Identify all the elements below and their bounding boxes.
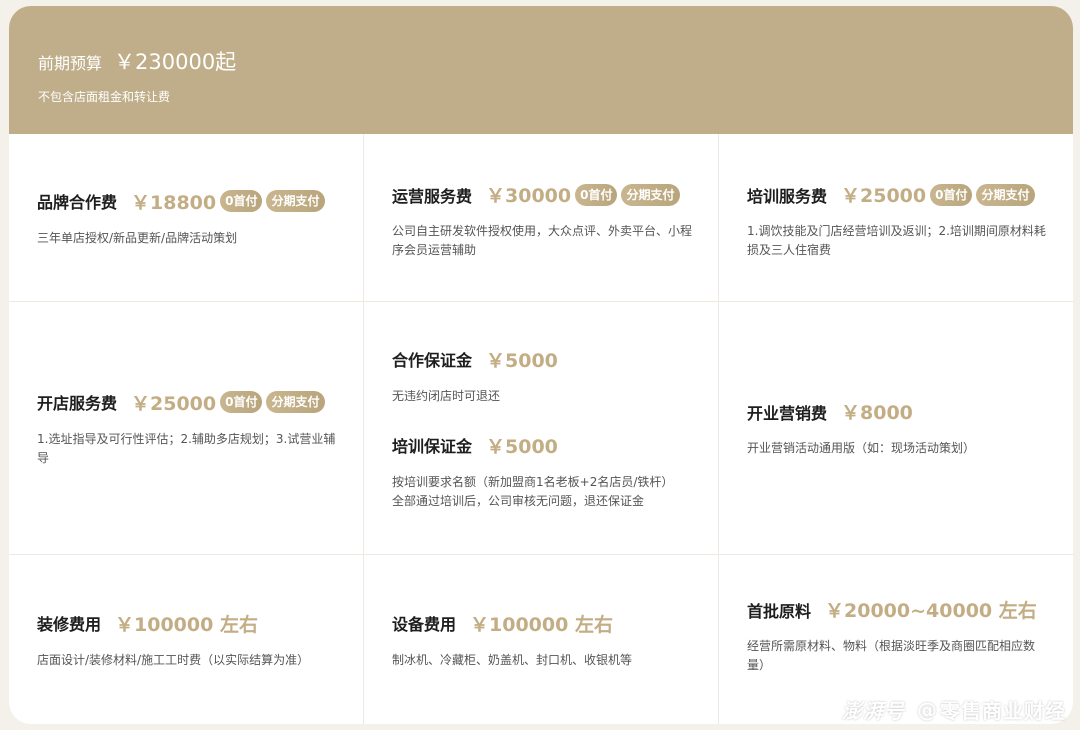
fee-price: ￥5000 [486, 435, 558, 458]
fee-title: 开业营销费 [747, 403, 828, 423]
fee-desc: 店面设计/装修材料/施工工时费（以实际结算为准） [37, 652, 310, 667]
fee-price: ￥8000 [841, 402, 913, 424]
fee-title: 首批原料 [747, 601, 812, 621]
fee-price: ￥20000~40000 左右 [825, 600, 1037, 622]
fee-title: 开店服务费 [37, 394, 118, 413]
fee-cell-marketing: 开业营销费 ￥8000 开业营销活动通用版（如：现场活动策划） [719, 302, 1073, 555]
fee-title: 培训服务费 [747, 186, 828, 206]
fee-desc: 三年单店授权/新品更新/品牌活动策划 [37, 230, 238, 245]
fee-price: ￥100000 左右 [115, 613, 258, 636]
fee-title: 合作保证金 [392, 351, 473, 370]
installment-badge: 分期支付 [976, 183, 1035, 206]
fee-price: ￥18800 [131, 191, 217, 214]
fee-cell-deposits: 合作保证金 ￥5000 无违约闭店时可退还 培训保证金 ￥5000 按培训要求名… [364, 302, 719, 555]
fee-title: 培训保证金 [392, 437, 473, 456]
installment-badge: 分期支付 [621, 183, 680, 206]
fee-desc: 开业营销活动通用版（如：现场活动策划） [747, 441, 976, 455]
zero-down-badge: 0首付 [220, 391, 263, 413]
fee-desc: 1.选址指导及可行性评估；2.辅助多店规划；3.试营业辅导 [37, 431, 336, 465]
fee-desc-line: 按培训要求名额（新加盟商1名老板+2名店员/铁杆） [392, 474, 674, 489]
fee-desc: 按培训要求名额（新加盟商1名老板+2名店员/铁杆） 全部通过培训后，公司审核无问… [392, 473, 694, 511]
fee-desc: 无违约闭店时可退还 [392, 388, 501, 403]
budget-amount: ￥230000起 [114, 50, 237, 74]
fee-desc: 1.调饮技能及门店经营培训及返训；2.培训期间原材料耗损及三人住宿费 [747, 224, 1046, 257]
fee-title: 品牌合作费 [37, 193, 118, 212]
zero-down-badge: 0首付 [220, 190, 263, 212]
zero-down-badge: 0首付 [930, 183, 973, 206]
budget-header: 前期预算 ￥230000起 不包含店面租金和转让费 [9, 6, 1073, 134]
fee-desc: 公司自主研发软件授权使用，大众点评、外卖平台、小程序会员运营辅助 [392, 224, 693, 257]
watermark: 澎湃号 @ 零售商业财经 [842, 695, 1066, 724]
fee-price: ￥25000 [131, 392, 217, 415]
fee-desc: 经营所需原材料、物料（根据淡旺季及商圈匹配相应数量） [747, 639, 1036, 672]
fee-price: ￥100000 左右 [470, 613, 613, 636]
fee-title: 设备费用 [392, 615, 457, 634]
fee-cell-brand: 品牌合作费 ￥18800 0首付 分期支付 三年单店授权/新品更新/品牌活动策划 [9, 134, 364, 302]
at-icon: @ [917, 697, 938, 722]
fee-cell-equipment: 设备费用 ￥100000 左右 制冰机、冷藏柜、奶盖机、封口机、收银机等 [364, 555, 719, 724]
fee-price: ￥30000 [486, 185, 572, 207]
watermark-account: 零售商业财经 [940, 699, 1066, 723]
budget-note: 不包含店面租金和转让费 [38, 90, 171, 104]
zero-down-badge: 0首付 [575, 183, 618, 206]
fee-cell-operation: 运营服务费 ￥30000 0首付 分期支付 公司自主研发软件授权使用，大众点评、… [364, 134, 719, 302]
fee-price: ￥25000 [841, 185, 927, 207]
fee-desc: 制冰机、冷藏柜、奶盖机、封口机、收银机等 [392, 652, 633, 667]
budget-label: 前期预算 [38, 54, 103, 73]
franchise-fee-card: 前期预算 ￥230000起 不包含店面租金和转让费 品牌合作费 ￥18800 0… [9, 6, 1073, 724]
installment-badge: 分期支付 [266, 190, 325, 212]
fee-desc-line: 全部通过培训后，公司审核无问题，退还保证金 [392, 493, 645, 508]
fee-cell-training-service: 培训服务费 ￥25000 0首付 分期支付 1.调饮技能及门店经营培训及返训；2… [719, 134, 1073, 302]
fee-title: 运营服务费 [392, 186, 473, 206]
watermark-logo: 澎湃号 [842, 699, 905, 723]
installment-badge: 分期支付 [266, 391, 325, 413]
fee-cell-renovation: 装修费用 ￥100000 左右 店面设计/装修材料/施工工时费（以实际结算为准） [9, 555, 364, 724]
fee-cell-opening-service: 开店服务费 ￥25000 0首付 分期支付 1.选址指导及可行性评估；2.辅助多… [9, 302, 364, 555]
fee-title: 装修费用 [37, 615, 102, 634]
fee-price: ￥5000 [486, 349, 558, 372]
fee-grid: 品牌合作费 ￥18800 0首付 分期支付 三年单店授权/新品更新/品牌活动策划… [9, 134, 1073, 724]
